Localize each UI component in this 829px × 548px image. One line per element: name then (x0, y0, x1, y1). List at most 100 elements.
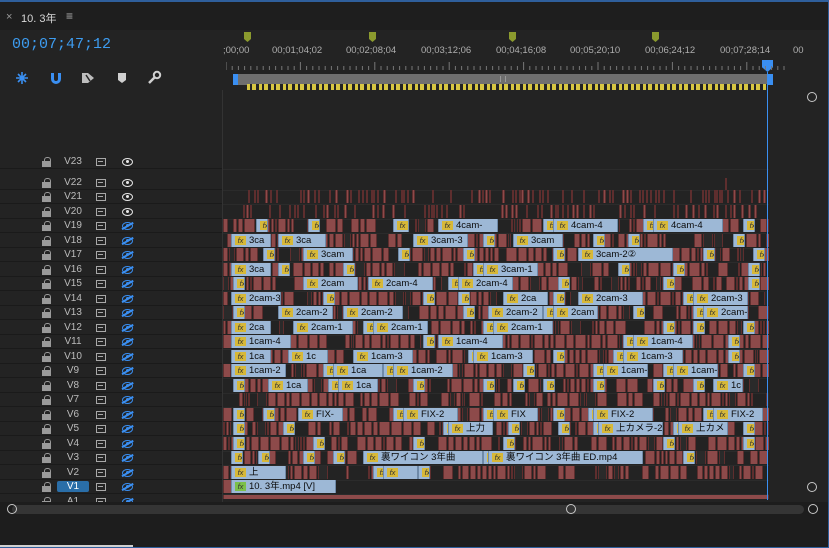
clip[interactable] (619, 204, 622, 218)
clip[interactable] (730, 219, 739, 232)
clip[interactable] (608, 306, 617, 319)
clip[interactable] (417, 393, 419, 406)
clip[interactable] (758, 233, 761, 247)
clip[interactable] (612, 190, 614, 203)
video-clip[interactable]: fx 裏ワイコン 3年曲 ED.mp4 (488, 451, 643, 464)
clip[interactable] (320, 262, 324, 276)
clip[interactable] (223, 262, 228, 276)
sync-lock-icon[interactable] (96, 158, 106, 166)
clip[interactable] (616, 378, 626, 392)
clip[interactable] (670, 465, 679, 479)
clip[interactable] (464, 364, 474, 377)
video-clip[interactable]: fx (663, 277, 675, 290)
clip[interactable] (228, 436, 230, 450)
video-clip[interactable]: fx FIX-2 (403, 407, 458, 421)
clip[interactable] (739, 190, 741, 203)
video-clip[interactable]: fx 4cam- (438, 219, 498, 232)
track-name[interactable]: V5 (57, 423, 89, 434)
clip[interactable] (749, 378, 759, 392)
clip[interactable] (751, 393, 753, 406)
clip[interactable] (690, 190, 692, 203)
clip[interactable] (599, 349, 604, 363)
video-clip[interactable]: fx 1cam-3 (623, 349, 683, 363)
clip[interactable] (474, 320, 476, 334)
clip[interactable] (567, 204, 569, 218)
clip[interactable] (719, 451, 725, 464)
track-header-v1[interactable]: V1 (0, 480, 222, 494)
track-name[interactable]: V4 (57, 438, 89, 449)
clip[interactable] (335, 233, 343, 247)
clip[interactable] (729, 320, 736, 334)
clip[interactable] (403, 190, 405, 203)
lock-icon[interactable] (42, 250, 51, 260)
track-name[interactable]: V6 (57, 409, 89, 420)
clip[interactable] (655, 190, 657, 203)
wrench-icon[interactable] (146, 70, 162, 86)
clip[interactable] (331, 436, 337, 450)
clip[interactable] (452, 349, 463, 363)
clip[interactable] (341, 291, 348, 305)
clip[interactable] (415, 219, 417, 232)
clip[interactable] (676, 306, 679, 319)
clip[interactable] (722, 393, 724, 406)
video-clip[interactable]: fx 1ca (268, 378, 308, 392)
video-clip[interactable]: fx 4cam-4 (653, 219, 723, 232)
clip[interactable] (257, 393, 267, 406)
clip[interactable] (357, 422, 363, 435)
video-clip[interactable]: fx 上力 (448, 422, 493, 435)
track-name[interactable]: V18 (57, 235, 89, 246)
clip[interactable] (413, 422, 421, 435)
clip[interactable] (528, 248, 534, 261)
clip[interactable] (763, 320, 765, 334)
clip[interactable] (725, 393, 728, 406)
clip[interactable] (430, 306, 437, 319)
clip[interactable] (624, 204, 626, 218)
clip[interactable] (599, 320, 605, 334)
clip[interactable] (515, 204, 518, 218)
clip[interactable] (636, 277, 641, 290)
clip[interactable] (548, 436, 551, 450)
clip[interactable] (696, 451, 706, 464)
clip[interactable] (366, 262, 371, 276)
clip[interactable] (424, 248, 429, 261)
clip[interactable] (595, 320, 598, 334)
clip[interactable] (494, 248, 499, 261)
clip[interactable] (704, 204, 707, 218)
eye-hidden-icon[interactable] (122, 236, 133, 245)
clip[interactable] (223, 422, 225, 435)
clip[interactable] (386, 436, 394, 450)
clip[interactable] (337, 219, 343, 232)
clip[interactable] (287, 219, 290, 232)
track-name[interactable]: V17 (57, 249, 89, 260)
clip[interactable] (381, 262, 385, 276)
clip[interactable] (575, 349, 580, 363)
clip[interactable] (223, 407, 232, 421)
lock-icon[interactable] (42, 351, 51, 362)
eye-hidden-icon[interactable] (122, 483, 133, 491)
clip[interactable] (676, 451, 683, 464)
clip[interactable] (557, 393, 568, 406)
sync-lock-icon[interactable] (96, 381, 106, 390)
eye-hidden-icon[interactable] (122, 425, 133, 433)
clip[interactable] (633, 262, 635, 276)
video-clip[interactable]: fx (463, 306, 475, 319)
clip[interactable] (680, 465, 687, 479)
clip[interactable] (539, 190, 541, 203)
video-clip[interactable]: fx 上カメ (678, 422, 728, 435)
clip[interactable] (551, 364, 555, 377)
video-clip[interactable]: fx (503, 436, 515, 450)
clip[interactable] (680, 306, 687, 319)
clip[interactable] (620, 465, 624, 479)
clip[interactable] (616, 436, 622, 450)
clip[interactable] (625, 465, 629, 479)
panel-menu-icon[interactable]: ≡ (66, 9, 73, 23)
clip[interactable] (543, 248, 547, 261)
hscroll-end-handle[interactable] (808, 504, 818, 514)
clip[interactable] (702, 190, 704, 203)
clip[interactable] (478, 190, 481, 203)
clip[interactable] (366, 190, 368, 203)
clip[interactable] (403, 422, 412, 435)
eye-hidden-icon[interactable] (122, 323, 133, 332)
clip[interactable] (630, 190, 632, 203)
clip[interactable] (360, 248, 363, 261)
